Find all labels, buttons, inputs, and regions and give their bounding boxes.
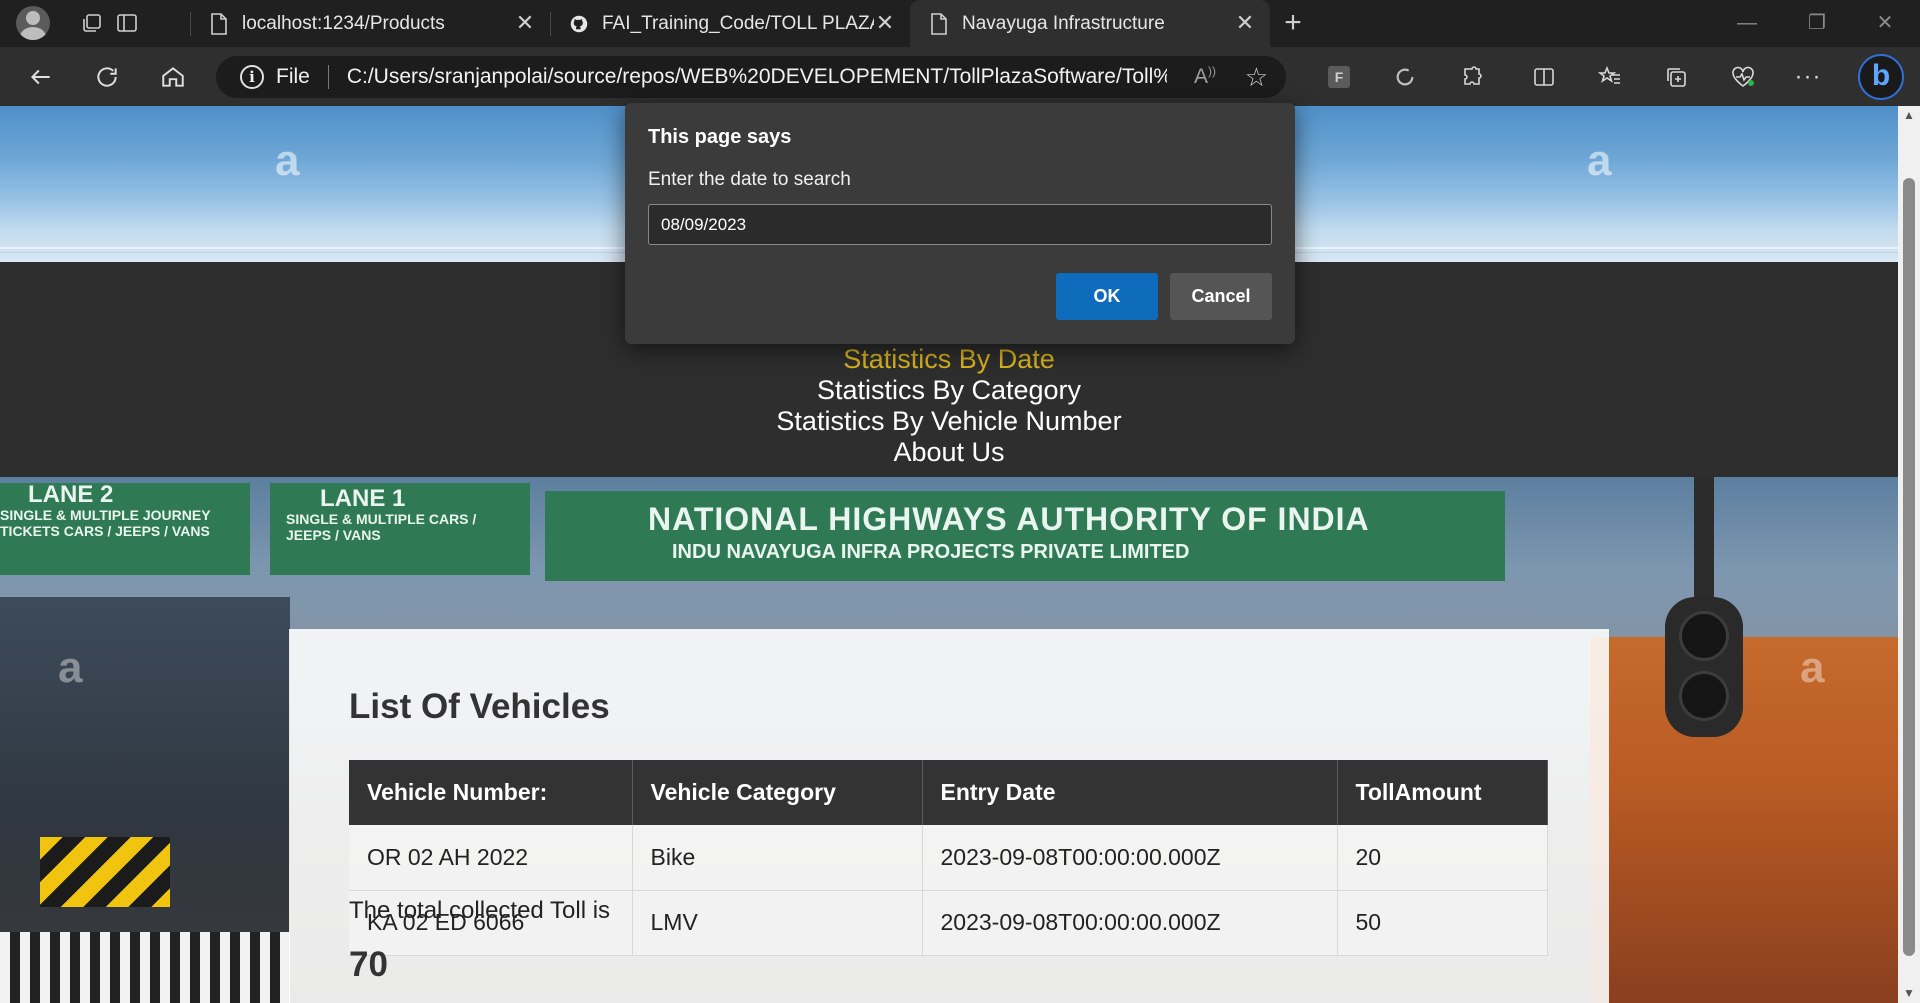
column-header-vehicle-number: Vehicle Number: [349,760,633,825]
lane-1-label: LANE 1 [320,485,406,512]
url-field[interactable]: i File C:/Users/sranjanpolai/source/repo… [216,56,1286,98]
tab-products[interactable]: localhost:1234/Products ✕ [190,0,550,47]
striped-curb [0,932,290,1003]
nhai-sign-text: NATIONAL HIGHWAYS AUTHORITY OF INDIA [648,501,1370,537]
lane-1-subtext: SINGLE & MULTIPLE CARS / JEEPS / VANS [286,511,477,543]
column-header-vehicle-category: Vehicle Category [632,760,923,825]
scrollbar-thumb[interactable] [1903,178,1915,956]
vertical-tabs-icon[interactable] [112,8,142,38]
nav-statistics-by-vehicle-number[interactable]: Statistics By Vehicle Number [0,406,1898,437]
scroll-up-arrow-icon[interactable]: ▲ [1902,108,1916,122]
operator-sign-text: INDU NAVAYUGA INFRA PROJECTS PRIVATE LIM… [672,541,1190,563]
prompt-dialog: This page says Enter the date to search … [625,103,1295,344]
back-icon[interactable] [24,60,58,94]
tab-github[interactable]: FAI_Training_Code/TOLL PLAZA(W ✕ [550,0,910,47]
browser-essentials-icon[interactable] [1727,61,1759,93]
tab-title: FAI_Training_Code/TOLL PLAZA(W [602,12,874,34]
chevron-barrier [40,837,170,907]
table-row: OR 02 AH 2022 Bike 2023-09-08T00:00:00.0… [349,825,1548,891]
tab-bar: localhost:1234/Products ✕ FAI_Training_C… [0,0,1920,47]
vehicle-number-cell: OR 02 AH 2022 [349,825,633,891]
favorite-star-icon[interactable]: ☆ [1245,62,1268,93]
page-icon [931,12,947,35]
url-text[interactable]: C:/Users/sranjanpolai/source/repos/WEB%2… [347,65,1167,89]
minimize-icon[interactable]: — [1732,8,1762,38]
page-icon [211,12,227,35]
total-toll-label: The total collected Toll is [349,897,611,924]
new-tab-icon[interactable]: + [1278,6,1308,39]
protocol-label: File [276,65,310,88]
ok-button[interactable]: OK [1056,273,1158,320]
tab-navayuga[interactable]: Navayuga Infrastructure ✕ [910,0,1270,47]
restore-icon[interactable]: ❐ [1802,8,1832,38]
vehicle-table: Vehicle Number: Vehicle Category Entry D… [349,760,1548,956]
signal-lamp [1679,671,1729,721]
vehicle-list-heading: List Of Vehicles [349,687,610,726]
split-screen-icon[interactable] [1528,61,1560,93]
collections-icon[interactable] [1660,61,1692,93]
close-icon[interactable]: ✕ [1234,12,1256,34]
nav-statistics-by-category[interactable]: Statistics By Category [0,375,1898,406]
toll-amount-cell: 20 [1337,825,1548,891]
refresh-icon[interactable] [90,60,124,94]
traffic-signal [1665,597,1743,737]
column-header-toll-amount: TollAmount [1337,760,1548,825]
address-bar: i File C:/Users/sranjanpolai/source/repo… [0,47,1920,106]
read-aloud-icon[interactable]: A)) [1194,64,1216,89]
home-icon[interactable] [156,60,190,94]
watermark: a [1587,136,1612,185]
cancel-button[interactable]: Cancel [1170,273,1272,320]
entry-date-cell: 2023-09-08T00:00:00.000Z [922,825,1338,891]
signal-lamp [1679,611,1729,661]
scroll-down-arrow-icon[interactable]: ▼ [1902,986,1916,1000]
extensions-puzzle-icon[interactable] [1456,61,1488,93]
dialog-title: This page says [648,126,792,148]
vehicle-category-cell: Bike [632,825,923,891]
column-header-entry-date: Entry Date [922,760,1338,825]
tab-title: localhost:1234/Products [242,12,445,34]
lane-2-label: LANE 2 [28,481,114,508]
close-icon[interactable]: ✕ [514,12,536,34]
lane-2-subtext: SINGLE & MULTIPLE JOURNEY TICKETS CARS /… [0,507,211,539]
watermark: a [58,643,83,692]
table-header-row: Vehicle Number: Vehicle Category Entry D… [349,760,1548,825]
close-window-icon[interactable]: ✕ [1870,8,1900,38]
extension-circle-icon[interactable] [1389,61,1421,93]
total-toll-value: 70 [349,945,388,984]
close-icon[interactable]: ✕ [874,12,896,34]
date-search-input[interactable] [648,204,1272,245]
profile-avatar[interactable] [16,6,50,40]
bing-copilot-icon[interactable]: b [1858,54,1904,100]
watermark: a [275,136,300,185]
more-options-icon[interactable]: ··· [1792,61,1824,93]
favorites-icon[interactable] [1594,61,1626,93]
divider [327,65,329,89]
tab-title: Navayuga Infrastructure [962,12,1165,34]
vehicle-list-card: List Of Vehicles Vehicle Number: Vehicle… [289,629,1609,1003]
github-icon [570,15,588,32]
dialog-message: Enter the date to search [648,169,851,190]
extension-f-icon[interactable]: F [1323,61,1355,93]
toll-amount-cell: 50 [1337,890,1548,956]
vehicle-category-cell: LMV [632,890,923,956]
truck [1590,637,1898,1003]
vertical-scrollbar[interactable]: ▲ ▼ [1898,106,1920,1003]
info-icon[interactable]: i [240,65,264,89]
nav-statistics-by-date[interactable]: Statistics By Date [0,344,1898,375]
entry-date-cell: 2023-09-08T00:00:00.000Z [922,890,1338,956]
watermark: a [1800,643,1825,692]
workspaces-icon[interactable] [77,8,107,38]
nav-about-us[interactable]: About Us [0,437,1898,468]
